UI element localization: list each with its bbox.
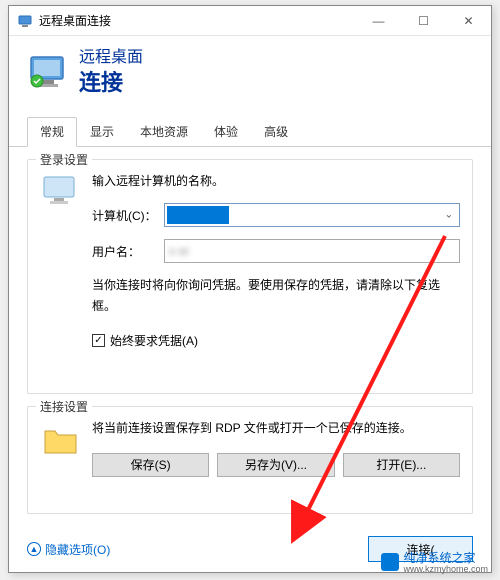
folder-icon [40, 419, 82, 461]
always-ask-label: 始终要求凭据(A) [110, 332, 198, 349]
header-text: 远程桌面 连接 [79, 48, 143, 97]
tab-bar: 常规 显示 本地资源 体验 高级 [9, 117, 491, 147]
maximize-button[interactable]: ☐ [401, 6, 446, 36]
always-ask-checkbox[interactable]: ✓ [92, 334, 105, 347]
close-button[interactable]: ✕ [446, 6, 491, 36]
header-line1: 远程桌面 [79, 48, 143, 69]
credentials-note: 当你连接时将向你询问凭据。要使用保存的凭据，请清除以下复选框。 [92, 275, 460, 316]
chevron-down-icon: ⌄ [445, 210, 453, 221]
computer-value-highlight [167, 206, 229, 224]
titlebar: 远程桌面连接 — ☐ ✕ [9, 6, 491, 36]
username-input[interactable]: v or [164, 239, 460, 263]
username-value: v or [169, 244, 189, 258]
hide-options-link[interactable]: ▲ 隐藏选项(O) [27, 541, 110, 558]
login-group-title: 登录设置 [36, 151, 92, 168]
header-monitor-icon [27, 52, 69, 94]
minimize-button[interactable]: — [356, 6, 401, 36]
tab-general[interactable]: 常规 [27, 117, 77, 147]
titlebar-app-icon [17, 13, 33, 29]
login-settings-group: 登录设置 输入远程计算机的名称。 计算机(C)： ⌄ [27, 159, 473, 394]
window-title: 远程桌面连接 [39, 12, 356, 29]
computer-combo[interactable]: ⌄ [164, 203, 460, 227]
tab-local-resources[interactable]: 本地资源 [127, 117, 201, 147]
hide-options-label: 隐藏选项(O) [45, 541, 110, 558]
saveas-button[interactable]: 另存为(V)... [217, 453, 334, 477]
tab-display[interactable]: 显示 [77, 117, 127, 147]
dialog-window: 远程桌面连接 — ☐ ✕ 远程桌面 连接 常规 显示 本地资源 体验 高级 [8, 5, 492, 573]
open-button[interactable]: 打开(E)... [343, 453, 460, 477]
connection-settings-group: 连接设置 将当前连接设置保存到 RDP 文件或打开一个已保存的连接。 保存(S)… [27, 406, 473, 514]
always-ask-checkbox-row[interactable]: ✓ 始终要求凭据(A) [92, 332, 460, 349]
computer-label: 计算机(C)： [92, 207, 164, 224]
titlebar-controls: — ☐ ✕ [356, 6, 491, 36]
login-monitor-icon [40, 172, 82, 214]
footer: ▲ 隐藏选项(O) 连接( [27, 536, 473, 562]
save-button[interactable]: 保存(S) [92, 453, 209, 477]
collapse-arrow-icon: ▲ [27, 542, 41, 556]
header: 远程桌面 连接 [9, 36, 491, 111]
username-label: 用户名： [92, 243, 164, 260]
tab-advanced[interactable]: 高级 [251, 117, 301, 147]
content-area: 登录设置 输入远程计算机的名称。 计算机(C)： ⌄ [9, 147, 491, 538]
connection-group-title: 连接设置 [36, 398, 92, 415]
header-line2: 连接 [79, 69, 143, 98]
tab-experience[interactable]: 体验 [201, 117, 251, 147]
connect-button[interactable]: 连接( [368, 536, 473, 562]
login-prompt: 输入远程计算机的名称。 [92, 172, 460, 189]
connection-desc: 将当前连接设置保存到 RDP 文件或打开一个已保存的连接。 [92, 419, 460, 438]
